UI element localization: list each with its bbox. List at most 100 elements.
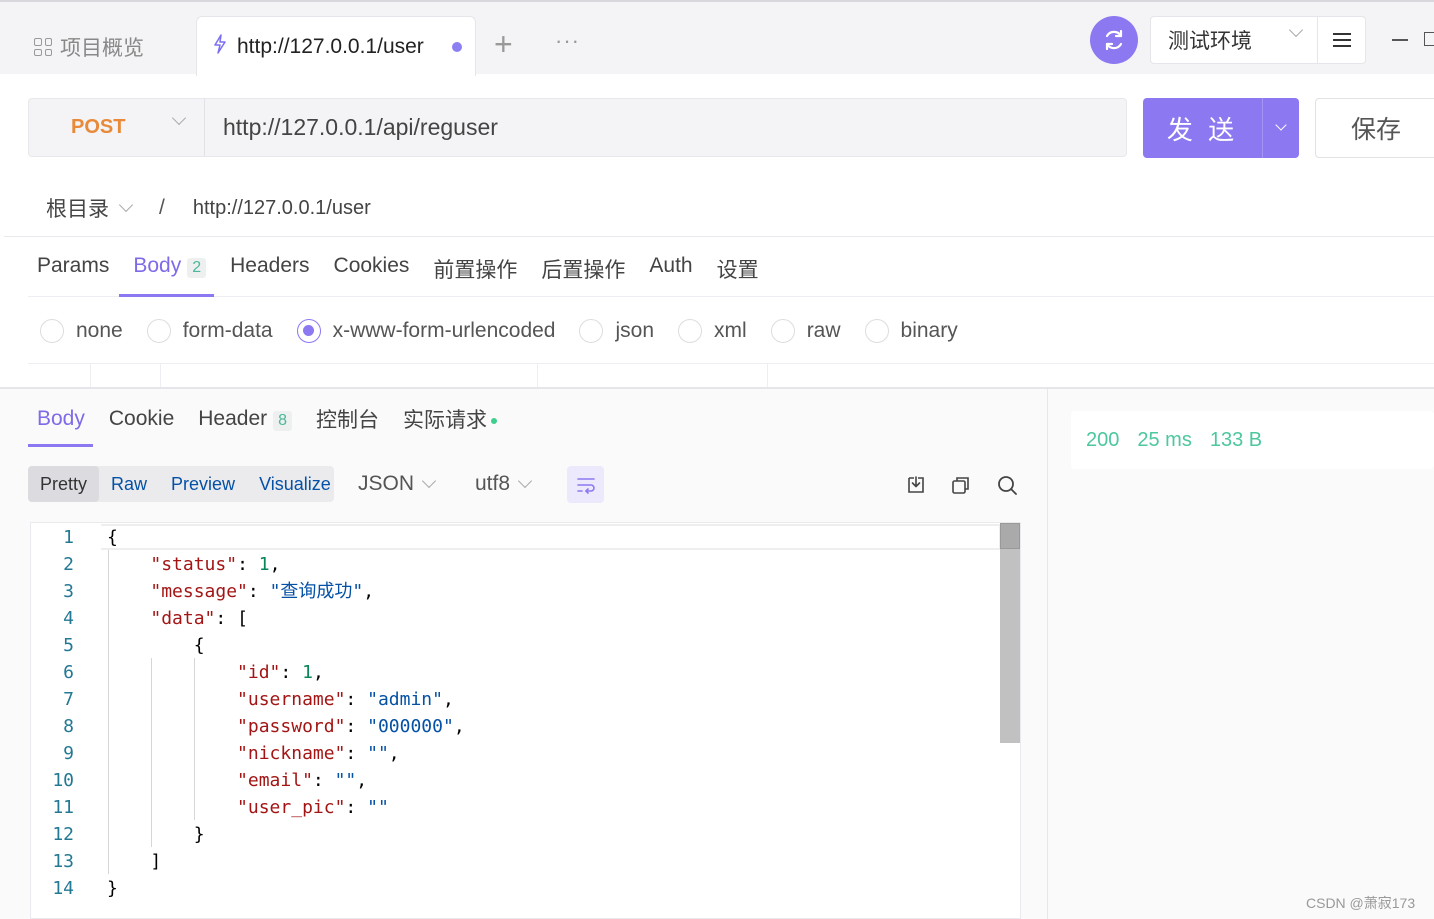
environment-select[interactable]: 测试环境 (1150, 16, 1318, 64)
params-table-header (28, 363, 1434, 388)
send-options-button[interactable] (1262, 98, 1299, 158)
code-line: 10 "email": "", (31, 767, 1001, 794)
code-line: 11 "user_pic": "" (31, 794, 1001, 821)
line-number: 12 (52, 824, 74, 845)
tab-response-header[interactable]: Header 8 (198, 407, 293, 431)
minimize-icon[interactable] (1392, 39, 1408, 41)
view-preview[interactable]: Preview (159, 466, 247, 502)
sync-button[interactable] (1090, 16, 1138, 64)
view-pretty[interactable]: Pretty (28, 466, 100, 502)
tab-badge: 8 (273, 411, 293, 431)
breadcrumb-root[interactable]: 根目录 (46, 193, 109, 223)
tab-body[interactable]: Body 2 (133, 254, 207, 284)
radio-label: json (615, 319, 655, 342)
tab-request-user[interactable]: http://127.0.0.1/user (196, 16, 476, 76)
tab-response-body[interactable]: Body (37, 407, 85, 431)
radio-label: form-data (182, 319, 273, 342)
radio-circle[interactable] (146, 319, 171, 343)
sync-icon (1105, 29, 1123, 51)
request-tabs: Params Body 2 Headers Cookies 前置操作 后置操作 A… (37, 254, 783, 284)
radio-circle[interactable] (864, 319, 889, 343)
copy-icon[interactable] (950, 474, 972, 496)
scrollbar-cursor-marker (1000, 523, 1020, 549)
scrollbar-thumb[interactable] (1000, 523, 1020, 743)
add-tab-button[interactable]: + (494, 28, 513, 60)
radio-circle[interactable] (579, 319, 604, 343)
radio-circle[interactable] (40, 319, 64, 343)
url-input[interactable] (204, 98, 1127, 157)
tab-label: Params (37, 254, 110, 277)
breadcrumb-separator: / (159, 196, 165, 219)
response-tabs: Body Cookie Header 8 控制台 实际请求 (37, 404, 521, 434)
view-raw[interactable]: Raw (99, 466, 159, 502)
view-visualize[interactable]: Visualize (247, 466, 343, 502)
tab-project-overview[interactable]: 项目概览 (34, 32, 144, 62)
chevron-down-icon[interactable] (118, 197, 134, 213)
radio-x-www-form-urlencoded[interactable]: x-www-form-urlencoded (296, 319, 556, 343)
radio-binary[interactable]: binary (864, 319, 958, 343)
radio-json[interactable]: json (579, 319, 654, 343)
tab-actual-request[interactable]: 实际请求 (403, 404, 498, 434)
tab-label: 设置 (716, 259, 759, 282)
code-text: } (107, 878, 118, 899)
code-line: 6 "id": 1, (31, 659, 1001, 686)
format-select[interactable]: JSON (358, 472, 437, 496)
code-line: 5 { (31, 632, 1001, 659)
active-tab-indicator (119, 294, 214, 297)
radio-label: raw (806, 319, 841, 342)
radio-label: xml (714, 319, 747, 342)
radio-label: binary (900, 319, 958, 342)
breadcrumb-current: http://127.0.0.1/user (192, 196, 371, 219)
radio-raw[interactable]: raw (770, 319, 841, 343)
radio-xml[interactable]: xml (678, 319, 747, 343)
tab-settings[interactable]: 设置 (717, 254, 759, 284)
tab-auth[interactable]: Auth (649, 254, 692, 284)
more-tabs-button[interactable]: ··· (555, 28, 580, 54)
encoding-select[interactable]: utf8 (475, 472, 533, 496)
code-line: 12 } (31, 821, 1001, 848)
code-text: "user_pic": "" (237, 797, 389, 818)
tab-label: Cookie (108, 407, 175, 430)
encoding-label: utf8 (475, 472, 511, 495)
line-number: 7 (63, 689, 74, 710)
tab-headers[interactable]: Headers (230, 254, 309, 284)
response-code-editor[interactable]: 1{2 "status": 1, 3 "message": "查询成功", 4 "d… (30, 522, 1021, 919)
tab-params[interactable]: Params (37, 254, 109, 284)
tab-label: Auth (649, 254, 693, 277)
maximize-icon[interactable] (1424, 32, 1434, 46)
line-number: 4 (63, 608, 74, 629)
download-icon[interactable] (905, 474, 927, 496)
menu-button[interactable] (1318, 16, 1366, 64)
panel-splitter[interactable] (1047, 389, 1048, 919)
line-number: 13 (52, 851, 74, 872)
tab-console[interactable]: 控制台 (316, 404, 379, 434)
status-code: 200 (1086, 428, 1120, 451)
tab-post-request[interactable]: 后置操作 (541, 254, 625, 284)
word-wrap-button[interactable] (567, 466, 604, 503)
tab-cookies[interactable]: Cookies (334, 254, 410, 284)
send-button[interactable]: 发 送 (1143, 98, 1262, 158)
tab-bar: 项目概览 http://127.0.0.1/user + ··· 测试环境 (0, 0, 1434, 76)
tab-label: 实际请求 (403, 409, 488, 432)
radio-circle-selected[interactable] (296, 319, 321, 343)
radio-circle[interactable] (678, 319, 703, 343)
radio-form-data[interactable]: form-data (146, 319, 273, 343)
save-button[interactable]: 保存 (1315, 98, 1434, 158)
tab-pre-request[interactable]: 前置操作 (433, 254, 517, 284)
view-mode-segment: Pretty Raw Preview Visualize (28, 466, 334, 502)
radio-circle[interactable] (770, 319, 795, 343)
search-icon[interactable] (996, 474, 1018, 496)
tab-label: Header (198, 407, 268, 430)
method-select[interactable]: POST (28, 98, 205, 157)
line-number: 3 (63, 581, 74, 602)
radio-label: x-www-form-urlencoded (332, 319, 556, 342)
format-label: JSON (358, 472, 415, 495)
tab-badge: 2 (187, 258, 207, 278)
tab-response-cookie[interactable]: Cookie (109, 407, 174, 431)
code-text: "data": [ (150, 608, 248, 629)
radio-label: none (76, 319, 123, 342)
radio-none[interactable]: none (40, 319, 123, 343)
code-text: "password": "000000", (237, 716, 465, 737)
code-text: "message": "查询成功", (150, 581, 375, 602)
line-number: 5 (63, 635, 74, 656)
